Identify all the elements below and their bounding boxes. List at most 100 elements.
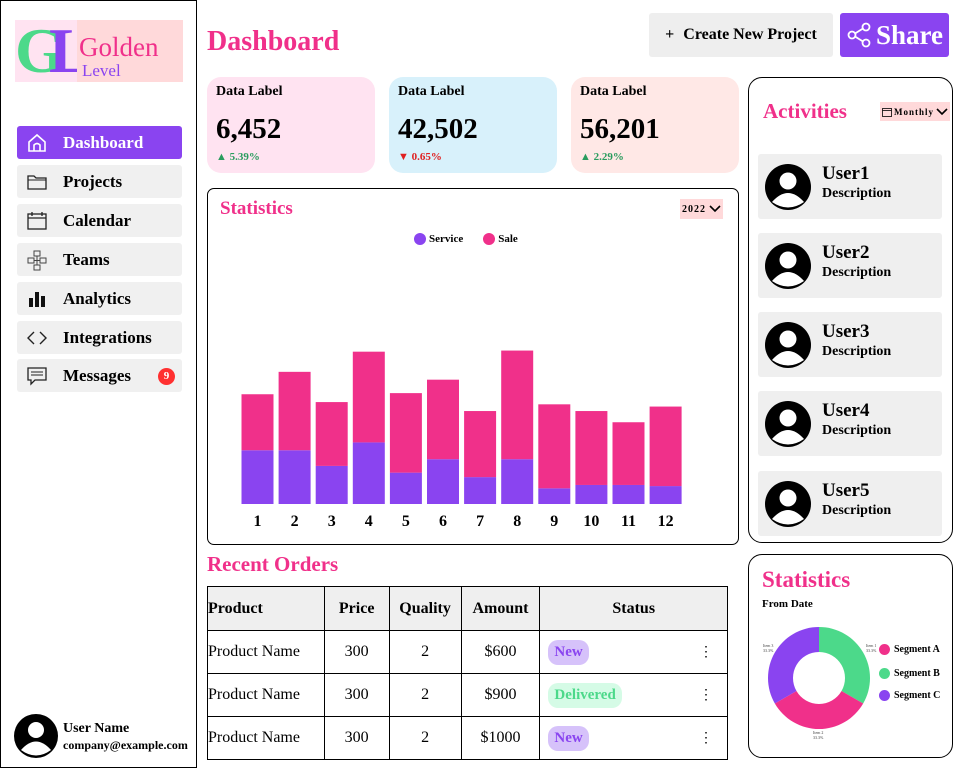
more-menu-icon[interactable]: ⋮ [699,730,713,747]
bar-sale-6[interactable] [427,379,459,460]
sidebar-item-analytics[interactable]: Analytics [17,282,182,315]
bar-service-4[interactable] [352,442,385,504]
stat-card[interactable]: Data Label 6,452 ▲ 5.39% [207,77,375,173]
sidebar-item-projects[interactable]: Projects [17,165,182,198]
sidebar-item-teams[interactable]: Teams [17,243,182,276]
x-tick-label: 4 [365,513,373,530]
activity-user-name: User5 [822,480,870,501]
bar-service-1[interactable] [241,450,274,504]
column-header[interactable]: Status [539,586,728,631]
bar-sale-2[interactable] [278,371,311,451]
column-header[interactable]: Price [323,586,390,631]
bar-sale-10[interactable] [575,411,608,485]
bar-sale-7[interactable] [464,411,497,478]
donut-slice-segment-c[interactable] [768,627,819,704]
user-email: company@example.com [63,738,188,752]
sidebar-item-calendar[interactable]: Calendar [17,204,182,237]
year-select[interactable]: 2022 [680,199,723,219]
activity-item[interactable]: User1 Description [758,154,942,219]
legend-swatch [414,233,426,245]
activity-item[interactable]: User3 Description [758,312,942,377]
more-menu-icon[interactable]: ⋮ [699,644,713,661]
column-header[interactable]: Quality [388,586,462,631]
bar-sale-11[interactable] [612,422,645,485]
calendar-icon [882,107,892,117]
home-icon [26,132,48,154]
donut-slice-segment-a[interactable] [774,691,864,729]
activity-user-name: User4 [822,400,870,421]
legend-item-segment-a[interactable]: Segment A [879,644,940,655]
page-title: Dashboard [207,26,340,57]
activity-item[interactable]: User5 Description [758,471,942,536]
x-tick-label: 1 [254,513,262,530]
stat-card[interactable]: Data Label 56,201 ▲ 2.29% [571,77,739,173]
create-project-button[interactable]: + Create New Project [649,13,833,57]
card-change: ▲ 5.39% [216,151,260,163]
sidebar-item-dashboard[interactable]: Dashboard [17,126,182,159]
card-value: 6,452 [216,113,282,145]
table-row[interactable]: Product Name 300 2 $900 Delivered ⋮ [207,673,728,717]
unread-badge: 9 [158,368,175,385]
x-tick-label: 2 [291,513,299,530]
bar-service-10[interactable] [575,484,608,504]
card-label: Data Label [398,84,465,99]
legend-item-sale[interactable]: Sale [483,233,518,245]
chevron-down-icon [936,107,948,115]
sidebar-item-messages[interactable]: Messages 9 [17,359,182,392]
table-row[interactable]: Product Name 300 2 $600 New ⋮ [207,630,728,674]
activity-description: Description [822,186,892,201]
x-tick-label: 11 [621,513,636,530]
bar-service-7[interactable] [464,477,497,504]
bar-service-5[interactable] [389,472,422,504]
segment-statistics-panel: Statistics From Date Segment A Segment B… [748,554,953,758]
activity-item[interactable]: User4 Description [758,391,942,456]
bar-sale-9[interactable] [538,404,571,489]
cell-price: 300 [323,716,390,760]
bar-sale-12[interactable] [649,406,682,487]
sidebar-item-label: Calendar [63,210,131,230]
stat-card[interactable]: Data Label 42,502 ▼ 0.65% [389,77,557,173]
period-select[interactable]: Monthly [880,102,950,121]
bar-service-11[interactable] [612,484,645,504]
column-header[interactable]: Product [207,586,325,631]
bar-sale-4[interactable] [352,351,385,443]
legend-label: Segment C [894,690,941,701]
column-header[interactable]: Amount [460,586,541,631]
logo-text: Golden Level [77,20,183,82]
bar-service-9[interactable] [538,488,571,504]
bar-service-3[interactable] [315,465,348,504]
card-value: 56,201 [580,113,660,145]
logo-word-golden: Golden [79,32,159,62]
donut-slice-segment-b[interactable] [819,627,870,704]
logo[interactable]: G L Golden Level [15,18,183,84]
user-profile[interactable]: User Name company@example.com [13,713,193,759]
sidebar-item-integrations[interactable]: Integrations [17,321,182,354]
legend-item-segment-c[interactable]: Segment C [879,690,940,701]
statistics-panel: 1 2 3 4 5 6 7 8 9 10 11 12 Statistics 2022 Service … [207,188,739,545]
code-icon [26,327,48,349]
legend-item-service[interactable]: Service [414,233,463,245]
avatar [765,164,811,210]
logo-mark: G L [15,18,92,84]
bar-service-8[interactable] [501,459,534,504]
segment-a-tag: Item 1 33.3% [866,643,877,653]
more-menu-icon[interactable]: ⋮ [699,687,713,704]
activity-description: Description [822,265,892,280]
status-badge: New [548,639,589,665]
card-change-value: 2.29% [593,151,624,163]
bar-sale-1[interactable] [241,394,274,451]
table-row[interactable]: Product Name 300 2 $1000 New ⋮ [207,716,728,760]
bar-service-6[interactable] [427,459,459,504]
legend-item-segment-b[interactable]: Segment B [879,668,940,679]
arrow-down-icon: ▼ [398,151,409,163]
bar-service-2[interactable] [278,450,311,504]
bar-sale-5[interactable] [389,393,422,473]
bar-service-12[interactable] [649,486,682,504]
bar-sale-3[interactable] [315,402,348,466]
share-button[interactable]: Share [840,13,949,57]
bar-sale-8[interactable] [501,350,534,460]
activity-item[interactable]: User2 Description [758,233,942,298]
donut-chart [768,627,870,729]
logo-word-level: Level [82,61,121,80]
activities-panel: Activities Monthly User1 Description User2… [748,77,953,543]
